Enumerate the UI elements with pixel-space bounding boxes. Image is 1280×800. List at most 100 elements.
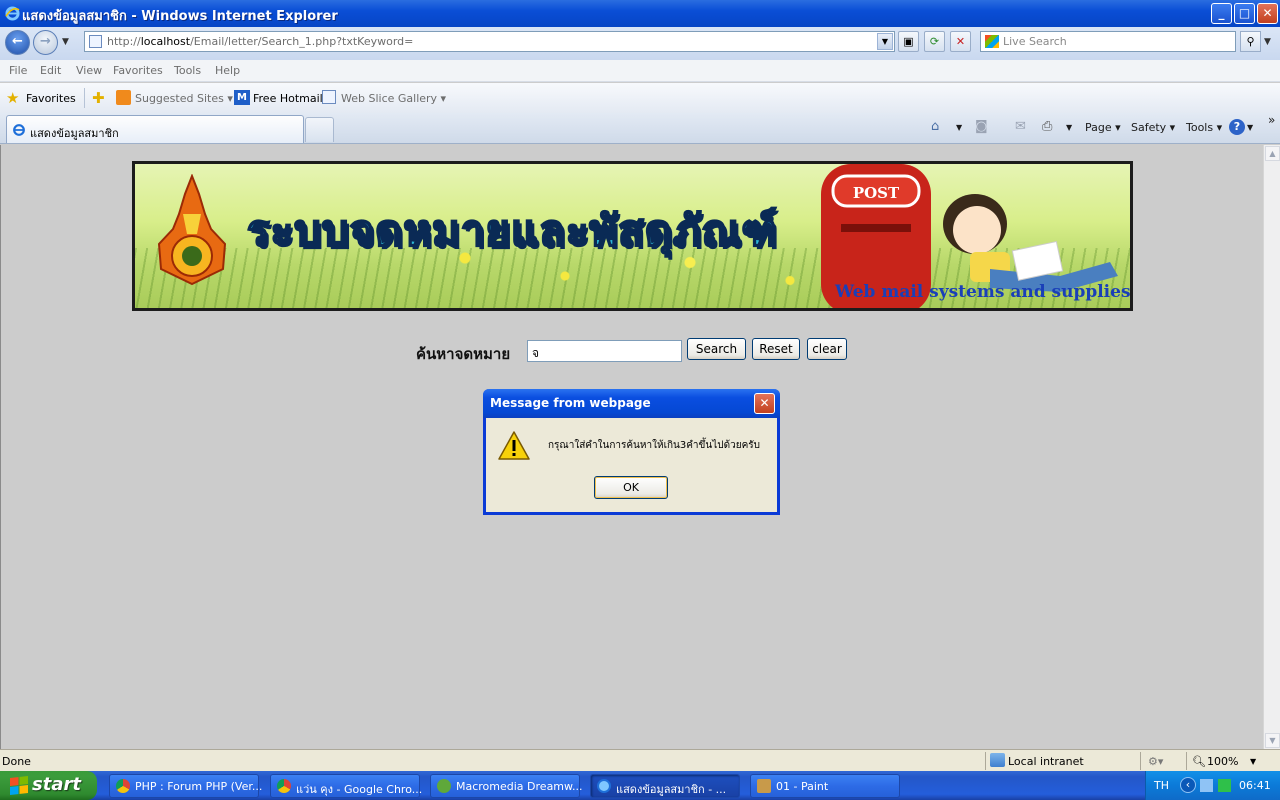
chrome-icon bbox=[116, 779, 130, 793]
home-icon[interactable]: ⌂ bbox=[931, 119, 939, 134]
taskbar-item-label: แสดงข้อมูลสมาชิก - ... bbox=[616, 783, 727, 796]
forward-button[interactable]: → bbox=[33, 30, 58, 55]
print-dropdown-icon[interactable]: ▼ bbox=[1066, 123, 1072, 132]
close-window-button[interactable]: ✕ bbox=[1257, 3, 1278, 24]
site-banner: ระบบจดหมายและพัสดุภัณฑ์ POST Web mail sy… bbox=[132, 161, 1133, 311]
hotmail-icon: M bbox=[234, 90, 250, 105]
alert-dialog: Message from webpage ✕ กรุณาใส่คำในการค้… bbox=[483, 389, 780, 515]
menu-edit[interactable]: Edit bbox=[40, 64, 61, 77]
new-tab-button[interactable] bbox=[305, 117, 334, 142]
url-host: localhost bbox=[140, 35, 191, 48]
page-menu-label: Page bbox=[1085, 121, 1112, 134]
feeds-icon[interactable]: ◙ bbox=[975, 119, 988, 134]
zoom-dropdown-icon[interactable]: ▼ bbox=[1250, 757, 1256, 766]
clock[interactable]: 06:41 bbox=[1239, 779, 1271, 792]
url-path: /Email/letter/Search_1.php?txtKeyword= bbox=[190, 35, 414, 48]
status-text: Done bbox=[2, 755, 31, 768]
menu-file[interactable]: File bbox=[9, 64, 27, 77]
dialog-title: Message from webpage bbox=[490, 396, 651, 410]
windows-flag-icon bbox=[10, 776, 28, 795]
reset-button[interactable]: Reset bbox=[752, 338, 800, 360]
ie-logo-icon bbox=[5, 6, 20, 21]
address-url[interactable]: http://localhost/Email/letter/Search_1.p… bbox=[107, 35, 413, 48]
help-icon[interactable]: ? bbox=[1229, 119, 1245, 135]
ok-button[interactable]: OK bbox=[594, 476, 668, 499]
vertical-scrollbar[interactable]: ▲ ▼ bbox=[1263, 145, 1280, 749]
recent-pages-dropdown-icon[interactable]: ▼ bbox=[62, 37, 69, 47]
start-button[interactable]: start bbox=[0, 771, 97, 800]
safety-menu-label: Safety bbox=[1131, 121, 1167, 134]
network-icon[interactable] bbox=[1200, 779, 1213, 792]
menu-tools[interactable]: Tools bbox=[174, 64, 201, 77]
menu-favorites[interactable]: Favorites bbox=[113, 64, 163, 77]
tray-app-icon[interactable] bbox=[1218, 779, 1231, 792]
address-bar[interactable]: http://localhost/Email/letter/Search_1.p… bbox=[84, 31, 895, 52]
keyword-input[interactable]: จ bbox=[527, 340, 682, 362]
scroll-down-icon[interactable]: ▼ bbox=[1265, 733, 1280, 748]
suggested-sites-icon bbox=[116, 90, 131, 105]
status-bar: Done Local intranet ⚙▾ 🔍︎ 100% ▼ bbox=[0, 749, 1280, 771]
language-indicator[interactable]: TH bbox=[1154, 779, 1169, 792]
window-titlebar: แสดงข้อมูลสมาชิก - Windows Internet Expl… bbox=[0, 0, 1280, 27]
taskbar-item-label: 01 - Paint bbox=[776, 780, 829, 793]
maximize-button[interactable]: □ bbox=[1234, 3, 1255, 24]
security-zone[interactable]: Local intranet bbox=[1008, 755, 1084, 768]
paint-icon bbox=[757, 779, 771, 793]
university-seal-icon bbox=[157, 174, 227, 286]
chevron-more-icon[interactable]: » bbox=[1268, 113, 1275, 127]
dialog-message: กรุณาใส่คำในการค้นหาให้เกิน3คำขึ้นไปด้วย… bbox=[548, 440, 760, 451]
ie-icon bbox=[597, 779, 611, 793]
protected-mode-icon[interactable]: ⚙▾ bbox=[1148, 755, 1163, 768]
back-button[interactable]: ← bbox=[5, 30, 30, 55]
warning-icon bbox=[498, 431, 530, 460]
postbox-label: POST bbox=[853, 184, 900, 202]
separator bbox=[1140, 752, 1141, 770]
tray-expand-icon[interactable]: ‹ bbox=[1180, 777, 1196, 793]
web-slice-icon bbox=[322, 90, 336, 104]
chrome-icon bbox=[277, 779, 291, 793]
safety-menu[interactable]: Safety ▾ bbox=[1131, 121, 1175, 134]
help-dropdown-icon[interactable]: ▼ bbox=[1247, 123, 1253, 132]
live-search-input[interactable]: Live Search bbox=[980, 31, 1236, 52]
taskbar-item-google-chrome[interactable]: แว่น คุง - Google Chro... bbox=[270, 774, 422, 798]
zoom-level[interactable]: 100% bbox=[1207, 755, 1238, 768]
back-arrow-icon: ← bbox=[12, 34, 23, 49]
forward-arrow-icon: → bbox=[40, 34, 51, 49]
web-slice-gallery-link[interactable]: Web Slice Gallery ▾ bbox=[341, 92, 446, 105]
search-placeholder: Live Search bbox=[1003, 35, 1067, 48]
suggested-sites-link[interactable]: Suggested Sites ▾ bbox=[135, 92, 233, 105]
clear-button[interactable]: clear bbox=[807, 338, 847, 360]
refresh-icon[interactable]: ⟳ bbox=[924, 31, 945, 52]
address-dropdown-icon[interactable]: ▼ bbox=[877, 33, 893, 50]
compatibility-view-icon[interactable]: ▣ bbox=[898, 31, 919, 52]
menu-help[interactable]: Help bbox=[215, 64, 240, 77]
dreamweaver-icon bbox=[437, 779, 451, 793]
taskbar-item-dreamweaver[interactable]: Macromedia Dreamw... bbox=[430, 774, 583, 798]
scroll-up-icon[interactable]: ▲ bbox=[1265, 146, 1280, 161]
separator bbox=[985, 752, 986, 770]
search-icon[interactable]: ⚲ bbox=[1240, 31, 1261, 52]
tools-menu[interactable]: Tools ▾ bbox=[1186, 121, 1222, 134]
home-dropdown-icon[interactable]: ▼ bbox=[956, 123, 962, 132]
add-favorite-icon[interactable]: ✚ bbox=[92, 89, 105, 107]
free-hotmail-link[interactable]: Free Hotmail bbox=[253, 92, 323, 105]
dialog-close-button[interactable]: ✕ bbox=[754, 393, 775, 414]
favorites-button[interactable]: Favorites bbox=[26, 92, 76, 105]
taskbar-item-paint[interactable]: 01 - Paint bbox=[750, 774, 900, 798]
page-menu[interactable]: Page ▾ bbox=[1085, 121, 1121, 134]
tab-active[interactable]: แสดงข้อมูลสมาชิก bbox=[6, 115, 304, 143]
banner-english-title: Web mail systems and supplies bbox=[835, 282, 1131, 302]
menu-view[interactable]: View bbox=[76, 64, 102, 77]
mail-icon[interactable]: ✉ bbox=[1015, 119, 1026, 134]
favorites-star-icon: ★ bbox=[6, 89, 20, 107]
search-form: ค้นหาจดหมาย จ Search Reset clear bbox=[416, 338, 856, 363]
taskbar-item-internet-explorer[interactable]: แสดงข้อมูลสมาชิก - ... bbox=[590, 774, 740, 798]
minimize-button[interactable]: _ bbox=[1211, 3, 1232, 24]
print-icon[interactable]: ⎙ bbox=[1042, 119, 1052, 134]
favorites-bar: ★ Favorites ✚ Suggested Sites ▾ M Free H… bbox=[0, 83, 1280, 113]
menu-bar: File Edit View Favorites Tools Help bbox=[0, 60, 1280, 82]
search-options-dropdown-icon[interactable]: ▼ bbox=[1264, 37, 1271, 47]
taskbar-item-php-forum[interactable]: PHP : Forum PHP (Ver... bbox=[109, 774, 262, 798]
stop-icon[interactable]: ✕ bbox=[950, 31, 971, 52]
search-button[interactable]: Search bbox=[687, 338, 746, 360]
